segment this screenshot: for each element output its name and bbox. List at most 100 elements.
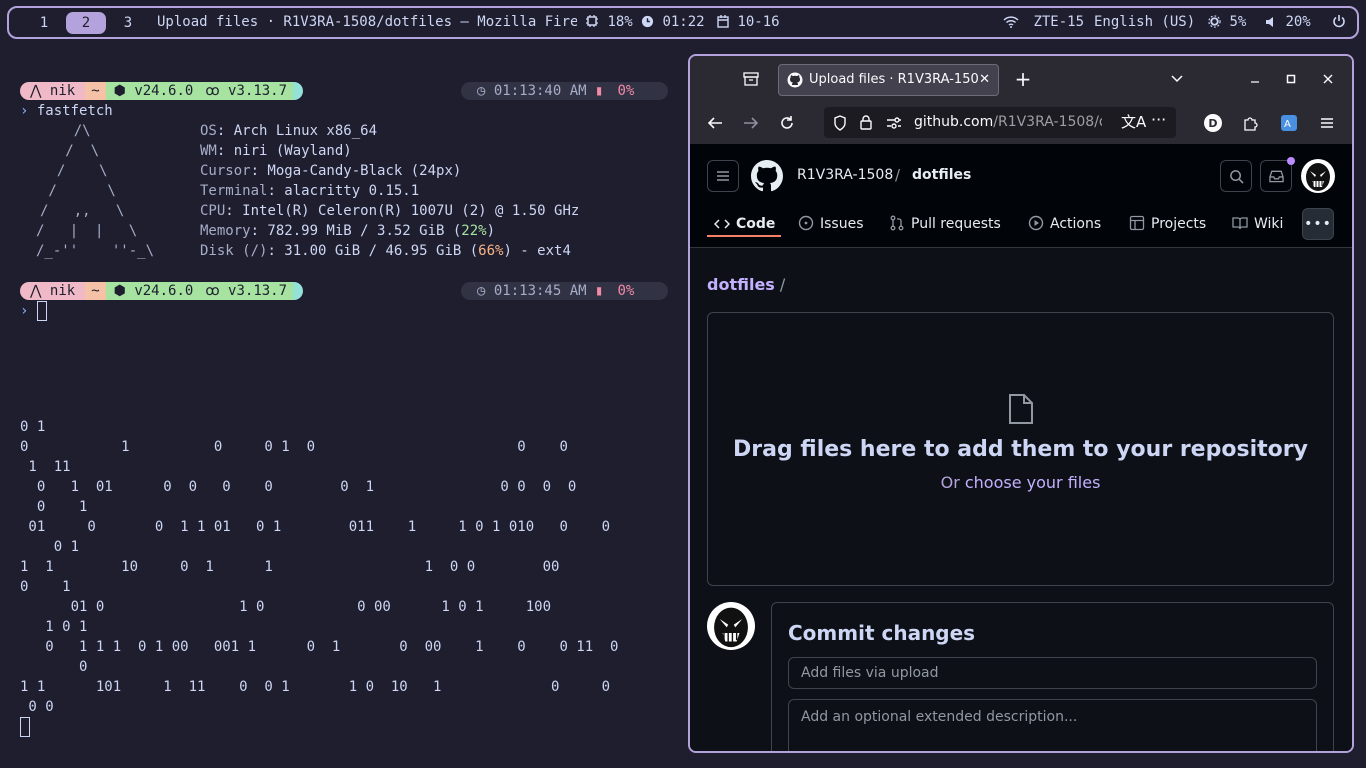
logo-line: / \	[40, 143, 100, 159]
lock-icon	[860, 115, 872, 130]
page-actions-icon[interactable]: ···	[1151, 107, 1166, 135]
maximize-button[interactable]	[1280, 68, 1302, 90]
info-cpu: CPU: Intel(R) Celeron(R) 1007U (2) @ 1.5…	[200, 203, 580, 219]
inbox-icon	[1268, 170, 1284, 183]
time-value: 01:22	[662, 14, 705, 30]
close-window-button[interactable]	[1317, 68, 1339, 90]
commit-form: Commit changes Add files via upload Add …	[771, 602, 1334, 751]
open-global-nav-button[interactable]	[707, 160, 739, 192]
breadcrumb: dotfiles /	[707, 275, 785, 294]
calendar-icon	[717, 15, 729, 28]
svg-text:A: A	[1284, 119, 1291, 130]
extensions-button[interactable]	[1240, 112, 1262, 134]
drop-subtitle: Or choose your files	[940, 473, 1101, 492]
forward-button[interactable]	[740, 112, 762, 134]
commit-description-textarea[interactable]: Add an optional extended description...	[788, 699, 1317, 751]
clock-indicator: 01:22	[641, 8, 705, 37]
terminal-cursor	[36, 301, 47, 321]
search-icon	[1229, 169, 1244, 184]
wifi-indicator[interactable]: ZTE-15	[1003, 8, 1084, 37]
prompt-user: ⋀ nik	[20, 82, 86, 100]
reload-button[interactable]	[776, 112, 798, 134]
volume-indicator[interactable]: 20%	[1265, 8, 1311, 37]
prompt-user: ⋀ nik	[20, 282, 86, 300]
clock-icon: ◷	[477, 83, 494, 99]
power-button[interactable]	[1332, 8, 1346, 37]
binary-line: 01 0 0 1 1 01 0 1 011 1 1 0 1 010 0 0	[20, 519, 611, 535]
info-disk: Disk (/): 31.00 GiB / 46.95 GiB (66%) - …	[200, 243, 571, 259]
app-menu-button[interactable]	[1316, 112, 1338, 134]
tab-issues[interactable]: Issues	[798, 206, 864, 242]
battery-icon: ▮	[595, 283, 604, 299]
date-indicator: 10-16	[717, 8, 780, 37]
logo-line: / | | \	[36, 223, 138, 239]
github-logo-icon[interactable]	[751, 160, 783, 192]
firefox-window: Upload files · R1V3RA-1508/dotfiles ✕ + …	[688, 54, 1354, 753]
language-indicator[interactable]: English (US)	[1094, 8, 1195, 37]
table-icon	[1129, 215, 1145, 231]
file-icon	[1009, 394, 1033, 424]
battery-icon: ▮	[595, 83, 604, 99]
prompt-node: ⬢ v24.6.0	[105, 82, 200, 100]
new-tab-button[interactable]: +	[1012, 67, 1034, 91]
user-avatar[interactable]	[1301, 159, 1335, 193]
more-tabs-button[interactable]: •••	[1302, 208, 1334, 240]
tab-groups-button[interactable]	[740, 68, 762, 90]
minimize-button[interactable]	[1244, 68, 1266, 90]
commit-summary-input[interactable]: Add files via upload	[788, 657, 1317, 689]
file-drop-zone[interactable]: Drag files here to add them to your repo…	[707, 312, 1334, 586]
back-button[interactable]	[704, 112, 726, 134]
info-terminal: Terminal: alacritty 0.15.1	[200, 183, 420, 199]
code-icon	[713, 219, 731, 229]
repo-owner-link[interactable]: R1V3RA-1508	[797, 167, 893, 183]
info-wm: WM: niri (Wayland)	[200, 143, 352, 159]
play-icon	[1028, 215, 1044, 231]
workspace-3[interactable]: 3	[108, 12, 148, 34]
url-bar[interactable]: github.com/R1V3RA-1508/dotfiles/upload 文…	[824, 107, 1176, 138]
permissions-icon	[887, 117, 901, 129]
tab-code[interactable]: Code	[713, 206, 775, 242]
account-avatar[interactable]: D	[1204, 114, 1222, 132]
close-tab-icon[interactable]: ✕	[979, 65, 990, 95]
tab-projects[interactable]: Projects	[1129, 206, 1206, 242]
workspace-1[interactable]: 1	[24, 12, 64, 34]
prompt-node: ⬢ v24.6.0	[105, 282, 200, 300]
nodejs-icon: ⬢	[113, 283, 135, 299]
battery-value: 0%	[617, 83, 635, 99]
workspace-2[interactable]: 2	[66, 12, 106, 34]
wifi-name: ZTE-15	[1033, 14, 1085, 30]
pull-request-icon	[890, 215, 904, 231]
hamburger-icon	[1321, 118, 1333, 128]
tab-wiki[interactable]: Wiki	[1232, 206, 1283, 242]
binary-line: 0 1	[20, 499, 88, 515]
translate-icon[interactable]: 文A	[1121, 107, 1146, 138]
tab-upload-files[interactable]: Upload files · R1V3RA-1508/dotfiles ✕	[778, 64, 999, 96]
python-icon: ꝏ	[205, 83, 229, 99]
tab-title: Upload files · R1V3RA-1508/dotfiles	[809, 72, 979, 87]
tab-strip: Upload files · R1V3RA-1508/dotfiles ✕ +	[690, 56, 1352, 102]
inbox-button[interactable]	[1260, 157, 1295, 192]
binary-line: 0 1	[20, 539, 80, 555]
terminal-cursor-line	[20, 717, 30, 737]
tab-actions[interactable]: Actions	[1028, 206, 1101, 242]
brightness-icon	[1208, 15, 1221, 28]
issue-icon	[798, 215, 814, 231]
top-bar: 1 2 3 Upload files · R1V3RA-1508/dotfile…	[7, 6, 1359, 39]
cpu-icon	[586, 15, 598, 27]
prompt-clock-2: ◷ 01:13:45 AM ▮ 0%	[461, 282, 668, 300]
cpu-indicator: 18%	[585, 8, 633, 37]
repo-name-link[interactable]: dotfiles	[912, 167, 971, 183]
translator-extension-button[interactable]: A	[1278, 112, 1300, 134]
list-tabs-button[interactable]	[1166, 68, 1188, 90]
breadcrumb-repo-link[interactable]: dotfiles	[707, 275, 775, 294]
tab-pull-requests[interactable]: Pull requests	[889, 206, 1001, 242]
url-text: github.com/R1V3RA-1508/dotfiles/upload	[914, 114, 1102, 130]
command-line-2[interactable]: ›	[20, 301, 47, 321]
binary-line: 01 0 1 0 0 00 1 0 1 100	[20, 599, 552, 615]
binary-line: 0 1 1 1 0 1 00 001 1 0 1 0 00 1 0 0 11 0	[20, 639, 619, 655]
python-icon: ꝏ	[205, 283, 229, 299]
command-line-1: › fastfetch	[20, 103, 113, 119]
brightness-indicator[interactable]: 5%	[1208, 8, 1246, 37]
search-button[interactable]	[1220, 160, 1252, 192]
choose-files-link[interactable]: choose your files	[965, 473, 1101, 492]
